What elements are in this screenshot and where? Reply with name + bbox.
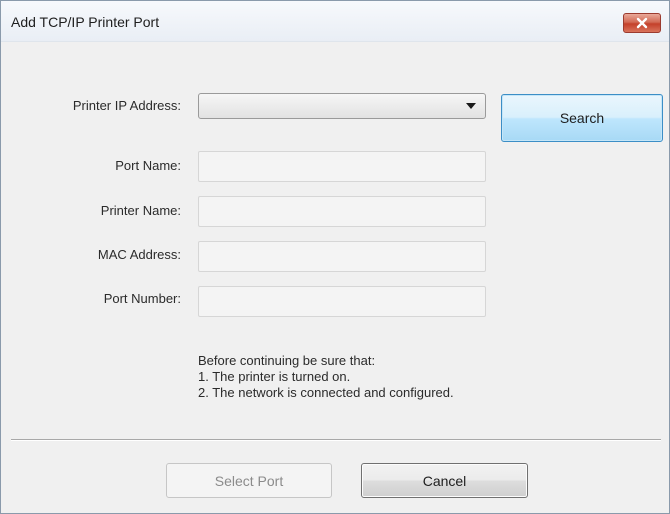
notice-item: 1. The printer is turned on. xyxy=(198,369,351,384)
port-name-field[interactable] xyxy=(198,151,486,182)
title-bar[interactable]: Add TCP/IP Printer Port xyxy=(1,1,669,42)
close-button[interactable] xyxy=(623,13,661,33)
select-port-button[interactable]: Select Port xyxy=(166,463,332,498)
port-name-label: Port Name: xyxy=(115,158,181,173)
notice-heading: Before continuing be sure that: xyxy=(198,353,376,368)
mac-address-field[interactable] xyxy=(198,241,486,272)
dropdown-arrow-icon xyxy=(466,103,476,109)
divider xyxy=(11,439,661,441)
port-number-field[interactable] xyxy=(198,286,486,317)
search-button[interactable]: Search xyxy=(501,94,663,142)
ip-address-dropdown[interactable] xyxy=(198,93,486,119)
mac-address-label: MAC Address: xyxy=(97,247,181,262)
printer-name-field[interactable] xyxy=(198,196,486,227)
window-title: Add TCP/IP Printer Port xyxy=(11,14,160,30)
printer-name-label: Printer Name: xyxy=(100,203,181,218)
cancel-button[interactable]: Cancel xyxy=(361,463,528,498)
add-printer-port-dialog: Add TCP/IP Printer Port Printer IP Addre… xyxy=(0,0,670,514)
prerequisites-notice: Before continuing be sure that: 1. The p… xyxy=(198,353,454,401)
port-number-label: Port Number: xyxy=(103,291,181,306)
notice-item: 2. The network is connected and configur… xyxy=(198,385,454,400)
close-icon xyxy=(636,17,648,29)
ip-address-label: Printer IP Address: xyxy=(72,98,181,113)
